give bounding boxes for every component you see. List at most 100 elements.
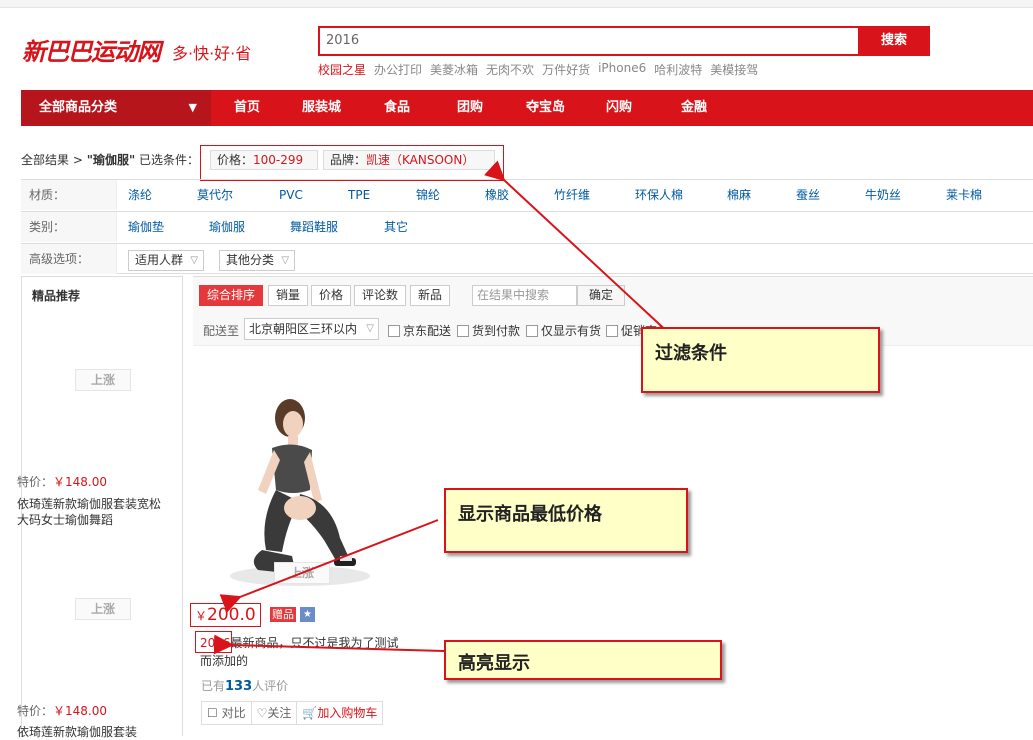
review-count: 已有133人评价 — [201, 677, 288, 694]
recommend-price: 特价：￥148.00 — [17, 473, 107, 490]
check-label: 京东配送 — [403, 324, 452, 338]
follow-button[interactable]: ♡关注 — [252, 702, 298, 724]
attr-value[interactable]: 锦纶 — [416, 180, 440, 210]
attr-value[interactable]: TPE — [348, 180, 370, 210]
attr-row-material: 材质： 涤纶 莫代尔 PVC TPE 锦纶 橡胶 竹纤维 环保人棉 棉麻 蚕丝 … — [21, 179, 1033, 210]
search-input[interactable]: 2016 — [318, 26, 860, 56]
product-price: ￥200.0 — [190, 603, 261, 627]
site-logo[interactable]: 新巴巴运动网 — [22, 32, 161, 67]
nav-item-flash[interactable]: 闪购 — [606, 90, 632, 126]
recommend-price: 特价：￥148.00 — [17, 702, 107, 719]
chevron-down-icon: ▽ — [281, 255, 290, 266]
attr-value[interactable]: 瑜伽垫 — [128, 212, 164, 242]
check-jd-delivery[interactable]: 京东配送 — [388, 322, 451, 339]
recommend-name[interactable]: 依琦莲新款瑜伽服套装宽松大码女士瑜伽舞蹈 — [17, 496, 167, 530]
hot-keywords: 校园之星 办公打印 美菱冰箱 无肉不欢 万件好货 iPhone6 哈利波特 美模… — [318, 61, 758, 78]
recommend-name[interactable]: 依琦莲新款瑜伽服套装 — [17, 724, 167, 740]
up-tag: 上涨 — [274, 562, 330, 584]
gift-badge: 赠品 — [270, 607, 296, 622]
breadcrumb-all[interactable]: 全部结果 > — [21, 153, 83, 167]
nav-item-groupbuy[interactable]: 团购 — [457, 90, 483, 126]
nav-item-finance[interactable]: 金融 — [681, 90, 707, 126]
attr-value[interactable]: 环保人棉 — [635, 180, 683, 210]
price-label: 特价： — [17, 704, 54, 718]
sort-default[interactable]: 综合排序 — [199, 285, 264, 306]
ship-label: 配送至 — [203, 324, 240, 338]
recommend-title: 精品推荐 — [32, 289, 81, 303]
attr-value[interactable]: 蚕丝 — [796, 180, 820, 210]
highlight-annotation-box — [195, 631, 232, 653]
hotword-link[interactable]: 校园之星 — [318, 61, 366, 78]
audience-dropdown[interactable]: 适用人群 ▽ — [128, 250, 205, 271]
attr-value[interactable]: 橡胶 — [485, 180, 509, 210]
search-button[interactable]: 搜索 — [858, 26, 930, 56]
attr-value[interactable]: 竹纤维 — [554, 180, 590, 210]
hotword-link[interactable]: 办公打印 — [374, 61, 422, 78]
chevron-down-icon: ▽ — [190, 255, 199, 266]
price-label: 特价： — [17, 475, 54, 489]
check-in-stock[interactable]: 仅显示有货 — [526, 322, 601, 339]
check-cod[interactable]: 货到付款 — [457, 322, 520, 339]
attr-value[interactable]: 莱卡棉 — [946, 180, 982, 210]
checkbox-icon — [388, 325, 400, 337]
attr-value[interactable]: 莫代尔 — [197, 180, 233, 210]
dropdown-label: 适用人群 — [135, 253, 184, 267]
attr-value[interactable]: 瑜伽服 — [209, 212, 245, 242]
attr-row-type: 类别： 瑜伽垫 瑜伽服 舞蹈鞋服 其它 — [21, 211, 1033, 242]
nav-item-treasure[interactable]: 夺宝岛 — [526, 90, 565, 126]
product-actions: ☐ 对比 ♡关注 🛒加入购物车 — [201, 701, 384, 725]
dropdown-label: 其他分类 — [226, 253, 275, 267]
sort-new[interactable]: 新品 — [410, 285, 451, 306]
sort-price[interactable]: 价格 — [311, 285, 352, 306]
inner-search-confirm-button[interactable]: 确定 — [577, 285, 625, 306]
attr-key: 材质： — [21, 180, 117, 210]
hotword-link[interactable]: 美菱冰箱 — [430, 61, 478, 78]
hotword-link[interactable]: 哈利波特 — [654, 61, 702, 78]
hotword-link[interactable]: iPhone6 — [598, 61, 646, 78]
follow-label: 关注 — [267, 706, 292, 720]
ship-region-value: 北京朝阳区三环以内 — [249, 322, 358, 336]
sort-sales[interactable]: 销量 — [268, 285, 309, 306]
attr-value[interactable]: 其它 — [384, 212, 408, 242]
other-category-dropdown[interactable]: 其他分类 ▽ — [219, 250, 296, 271]
hotword-link[interactable]: 万件好货 — [542, 61, 590, 78]
checkbox-icon — [457, 325, 469, 337]
attr-key: 类别： — [21, 212, 117, 242]
yoga-model-illustration — [230, 399, 370, 586]
compare-button[interactable]: ☐ 对比 — [202, 702, 252, 724]
checkbox-icon — [526, 325, 538, 337]
chevron-down-icon: ▼ — [188, 101, 197, 114]
up-tag: 上涨 — [75, 369, 131, 391]
attr-value[interactable]: 牛奶丝 — [865, 180, 901, 210]
hotword-link[interactable]: 美模接驾 — [710, 61, 758, 78]
hotword-link[interactable]: 无肉不欢 — [486, 61, 534, 78]
add-to-cart-button[interactable]: 🛒加入购物车 — [297, 702, 382, 724]
sort-reviews[interactable]: 评论数 — [354, 285, 407, 306]
nav-item-home[interactable]: 首页 — [234, 90, 260, 126]
gift-icon: ★ — [300, 607, 315, 622]
attr-value[interactable]: 涤纶 — [128, 180, 152, 210]
cart-icon: 🛒 — [302, 706, 318, 720]
reviews-suffix: 人评价 — [252, 679, 289, 693]
inner-search-input[interactable]: 在结果中搜索 — [472, 285, 577, 306]
price-value: ￥148.00 — [53, 475, 108, 489]
attr-value[interactable]: 舞蹈鞋服 — [290, 212, 338, 242]
check-label: 货到付款 — [472, 324, 521, 338]
currency-symbol: ￥ — [195, 609, 208, 623]
breadcrumb-selected-label: 已选条件： — [139, 153, 200, 167]
price-value: ￥148.00 — [53, 704, 108, 718]
product-image[interactable]: 上涨 — [200, 390, 398, 590]
ship-region-select[interactable]: 北京朝阳区三环以内 ▽ — [244, 318, 379, 340]
filter-highlight-box — [200, 145, 504, 181]
cart-label: 加入购物车 — [317, 706, 378, 720]
nav-item-food[interactable]: 食品 — [384, 90, 410, 126]
breadcrumb-keyword: "瑜伽服" — [86, 153, 136, 167]
note-min-price: 显示商品最低价格 — [444, 488, 688, 553]
attr-value[interactable]: PVC — [279, 180, 303, 210]
all-categories-menu[interactable]: 全部商品分类 ▼ — [21, 90, 211, 126]
reviews-number[interactable]: 133 — [225, 679, 252, 694]
all-categories-label: 全部商品分类 — [39, 100, 118, 115]
reviews-prefix: 已有 — [201, 679, 226, 693]
attr-value[interactable]: 棉麻 — [727, 180, 751, 210]
nav-item-clothing[interactable]: 服装城 — [302, 90, 341, 126]
